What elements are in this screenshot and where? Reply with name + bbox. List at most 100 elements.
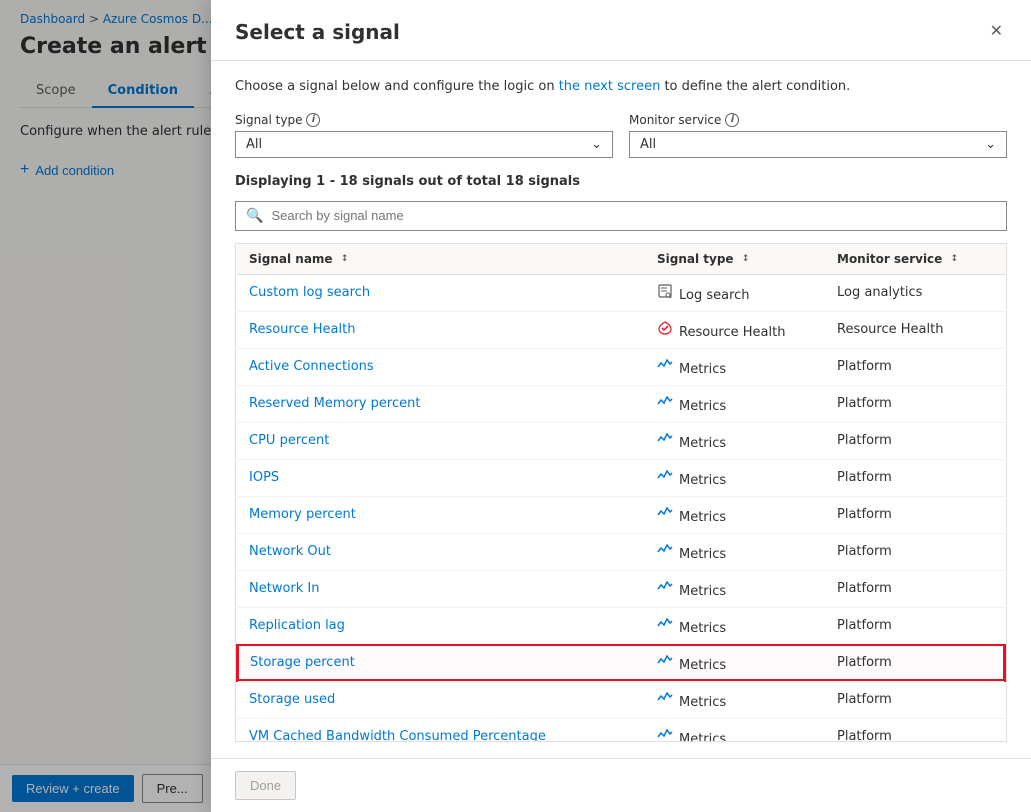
signal-type-text: Metrics xyxy=(679,695,726,710)
monitor-service-cell: Resource Health xyxy=(825,311,1005,348)
signal-name-cell[interactable]: CPU percent xyxy=(237,422,645,459)
signal-type-cell: Metrics xyxy=(645,718,825,742)
monitor-service-info-icon[interactable]: i xyxy=(725,113,739,127)
signal-type-text: Resource Health xyxy=(679,325,785,340)
monitor-service-label: Monitor service i xyxy=(629,113,1007,127)
signal-type-value: All xyxy=(246,137,262,152)
table-row[interactable]: Storage percentMetricsPlatform xyxy=(237,644,1005,681)
metrics-icon xyxy=(657,399,673,414)
table-row[interactable]: Storage used Metrics Platform xyxy=(237,681,1005,718)
signal-type-cell: Metrics xyxy=(645,385,825,422)
signal-name-cell[interactable]: Memory percent xyxy=(237,496,645,533)
signal-name-cell[interactable]: Storage used xyxy=(237,681,645,718)
log-search-icon xyxy=(657,288,673,303)
monitor-service-cell: Platform xyxy=(825,533,1005,570)
monitor-service-cell: Platform xyxy=(825,681,1005,718)
signal-type-cell: Metrics xyxy=(645,570,825,607)
signal-type-text: Metrics xyxy=(679,436,726,451)
signal-type-text: Metrics xyxy=(679,399,726,414)
modal-panel: Select a signal ✕ Choose a signal below … xyxy=(211,0,1031,812)
monitor-service-cell: Platform xyxy=(825,459,1005,496)
signal-type-text: Metrics xyxy=(679,732,726,743)
table-row[interactable]: Network InMetricsPlatform xyxy=(237,570,1005,607)
signal-type-cell: Metrics xyxy=(645,533,825,570)
monitor-service-cell: Platform xyxy=(825,607,1005,644)
metrics-icon xyxy=(657,362,673,377)
signal-type-select[interactable]: All ⌄ xyxy=(235,131,613,158)
signal-type-cell: Metrics xyxy=(645,681,825,718)
signal-name-cell[interactable]: Reserved Memory percent xyxy=(237,385,645,422)
signal-type-text: Metrics xyxy=(679,362,726,377)
signal-type-label: Signal type i xyxy=(235,113,613,127)
signal-type-cell: Metrics xyxy=(645,459,825,496)
table-row[interactable]: Custom log search Log search Log analytics xyxy=(237,274,1005,311)
signal-type-cell: Metrics xyxy=(645,422,825,459)
metrics-icon xyxy=(657,510,673,525)
monitor-service-cell: Platform xyxy=(825,348,1005,385)
monitor-service-cell: Platform xyxy=(825,385,1005,422)
signal-type-cell: Resource Health xyxy=(645,311,825,348)
done-button[interactable]: Done xyxy=(235,771,296,800)
signal-type-cell: Metrics xyxy=(645,644,825,681)
metrics-icon xyxy=(657,621,673,636)
signal-type-text: Metrics xyxy=(679,473,726,488)
signals-table: Signal name ↕ Signal type ↕ Monitor serv… xyxy=(236,244,1006,743)
monitor-service-cell: Log analytics xyxy=(825,274,1005,311)
table-row[interactable]: Active Connections Metrics Platform xyxy=(237,348,1005,385)
signal-type-text: Metrics xyxy=(679,658,726,673)
metrics-icon xyxy=(657,547,673,562)
table-row[interactable]: Reserved Memory percent Metrics Platform xyxy=(237,385,1005,422)
search-icon: 🔍 xyxy=(246,208,263,224)
signal-name-cell[interactable]: IOPS xyxy=(237,459,645,496)
metrics-icon xyxy=(657,584,673,599)
signal-type-info-icon[interactable]: i xyxy=(306,113,320,127)
signal-type-sort-icon[interactable]: ↕ xyxy=(742,255,750,264)
signal-name-cell[interactable]: Network Out xyxy=(237,533,645,570)
signal-name-cell[interactable]: Resource Health xyxy=(237,311,645,348)
col-signal-type[interactable]: Signal type ↕ xyxy=(645,244,825,275)
table-row[interactable]: VM Cached Bandwidth Consumed Percentage M… xyxy=(237,718,1005,742)
signal-name-cell[interactable]: Storage percent xyxy=(237,644,645,681)
metrics-icon xyxy=(657,436,673,451)
modal-footer: Done xyxy=(211,758,1031,812)
search-box: 🔍 xyxy=(235,201,1007,231)
metrics-icon xyxy=(657,695,673,710)
monitor-service-select[interactable]: All ⌄ xyxy=(629,131,1007,158)
search-input[interactable] xyxy=(271,208,996,223)
signal-type-chevron-icon: ⌄ xyxy=(591,137,602,152)
table-row[interactable]: Memory percent Metrics Platform xyxy=(237,496,1005,533)
displaying-text: Displaying 1 - 18 signals out of total 1… xyxy=(235,174,1007,189)
monitor-service-sort-icon[interactable]: ↕ xyxy=(951,255,959,264)
signal-type-text: Metrics xyxy=(679,510,726,525)
table-header-row: Signal name ↕ Signal type ↕ Monitor serv… xyxy=(237,244,1005,275)
signal-type-text: Log search xyxy=(679,288,750,303)
col-signal-name[interactable]: Signal name ↕ xyxy=(237,244,645,275)
signal-name-sort-icon[interactable]: ↕ xyxy=(341,255,349,264)
signal-type-text: Metrics xyxy=(679,547,726,562)
filters-row: Signal type i All ⌄ Monitor service i Al… xyxy=(235,113,1007,158)
signal-type-filter: Signal type i All ⌄ xyxy=(235,113,613,158)
table-row[interactable]: Replication lag Metrics Platform xyxy=(237,607,1005,644)
metrics-icon xyxy=(657,473,673,488)
monitor-service-cell: Platform xyxy=(825,496,1005,533)
table-row[interactable]: CPU percentMetricsPlatform xyxy=(237,422,1005,459)
monitor-service-chevron-icon: ⌄ xyxy=(985,137,996,152)
modal-desc-link[interactable]: the next screen xyxy=(559,79,661,94)
table-row[interactable]: IOPS Metrics Platform xyxy=(237,459,1005,496)
signal-name-cell[interactable]: Replication lag xyxy=(237,607,645,644)
table-body: Custom log search Log search Log analytics… xyxy=(237,274,1005,742)
signal-type-text: Metrics xyxy=(679,621,726,636)
col-monitor-service[interactable]: Monitor service ↕ xyxy=(825,244,1005,275)
signal-name-cell[interactable]: Network In xyxy=(237,570,645,607)
signals-table-container[interactable]: Signal name ↕ Signal type ↕ Monitor serv… xyxy=(235,243,1007,743)
modal-header: Select a signal ✕ xyxy=(211,0,1031,61)
modal-title: Select a signal xyxy=(235,20,400,44)
modal-body: Choose a signal below and configure the … xyxy=(211,61,1031,758)
table-row[interactable]: Resource Health Resource Health Resource H… xyxy=(237,311,1005,348)
signal-name-cell[interactable]: VM Cached Bandwidth Consumed Percentage xyxy=(237,718,645,742)
signal-name-cell[interactable]: Active Connections xyxy=(237,348,645,385)
metrics-icon xyxy=(657,658,673,673)
signal-name-cell[interactable]: Custom log search xyxy=(237,274,645,311)
table-row[interactable]: Network Out Metrics Platform xyxy=(237,533,1005,570)
modal-close-button[interactable]: ✕ xyxy=(986,20,1007,44)
